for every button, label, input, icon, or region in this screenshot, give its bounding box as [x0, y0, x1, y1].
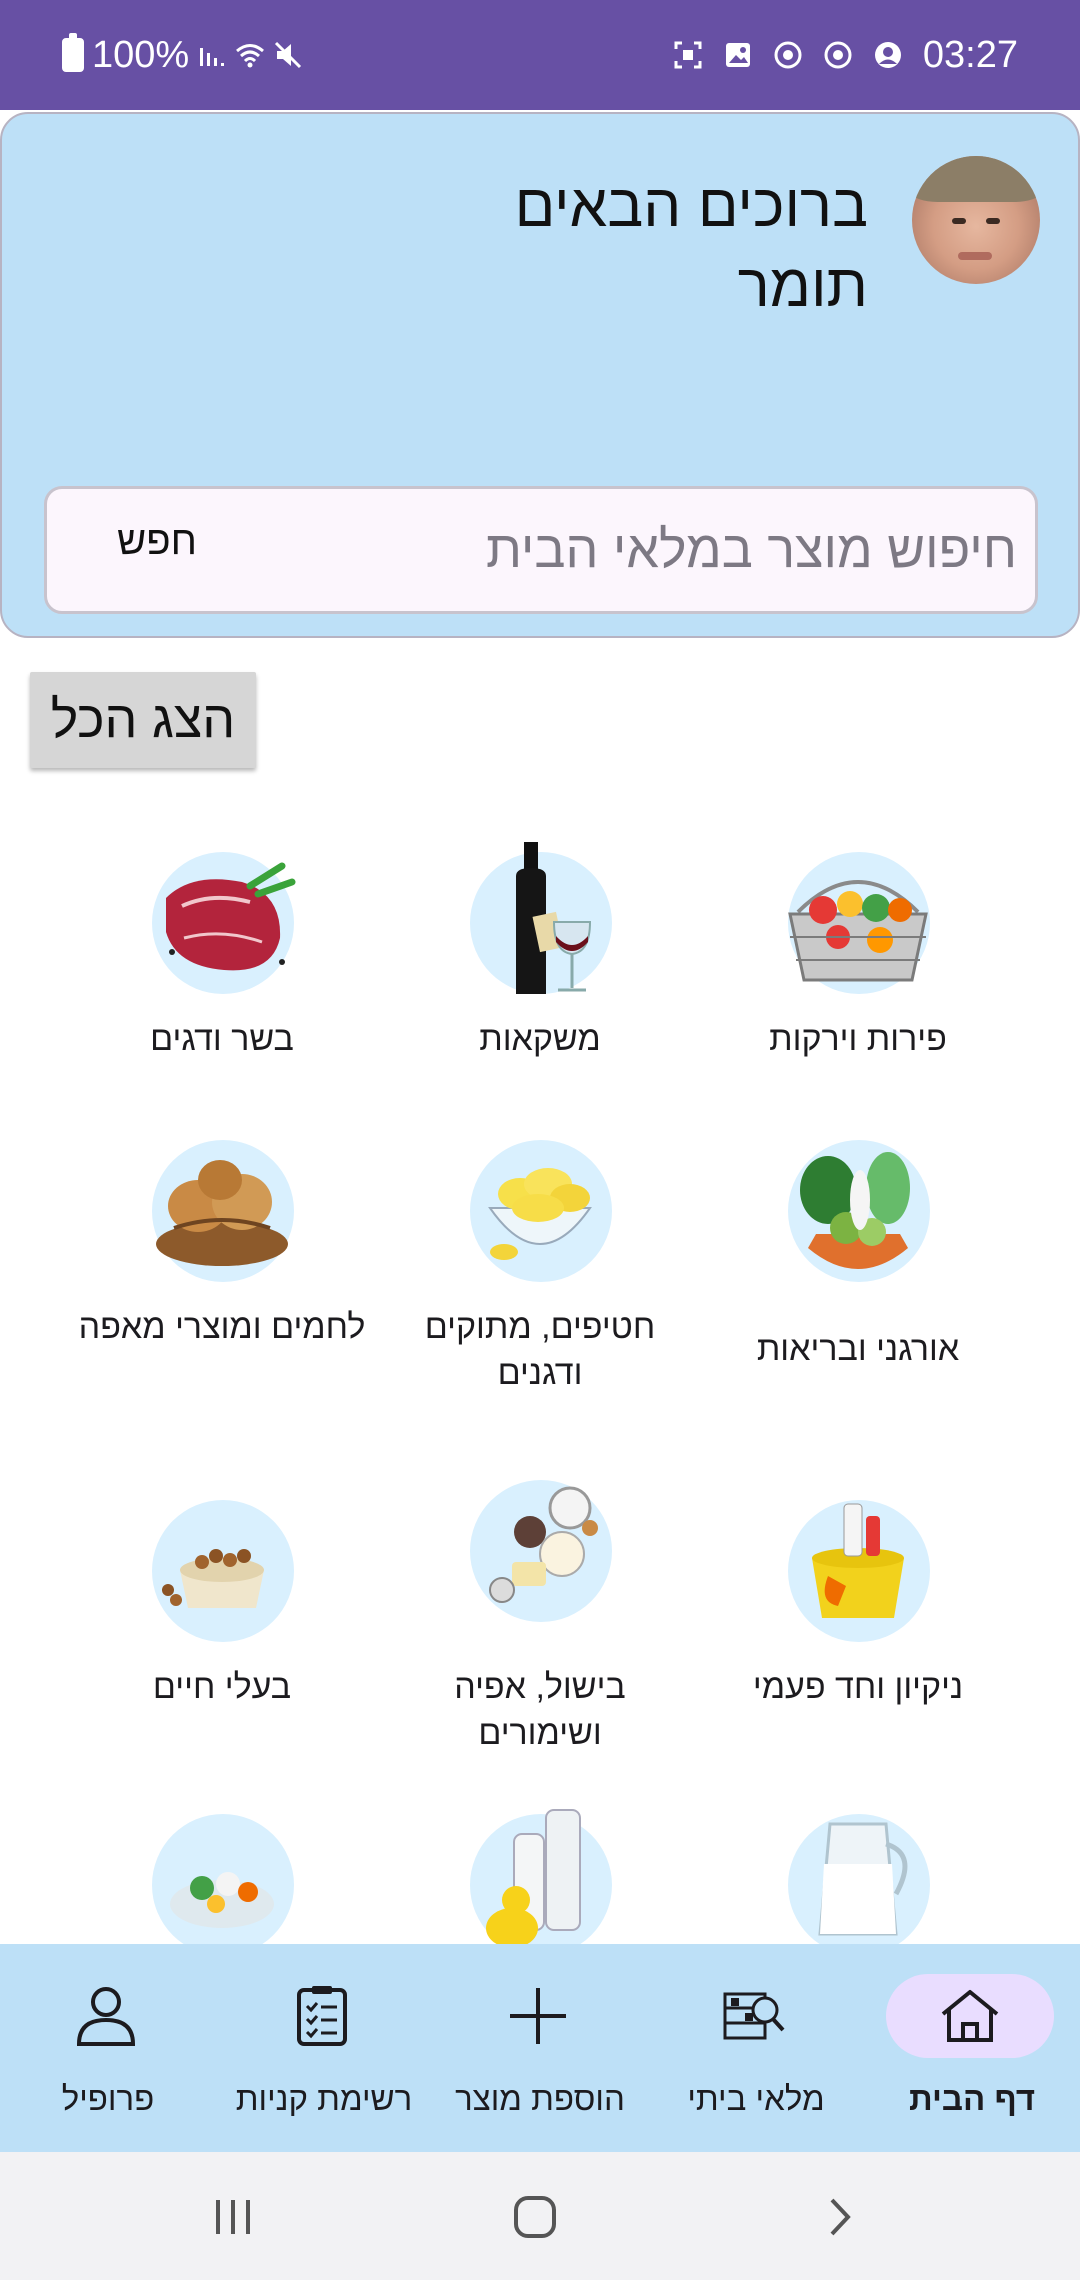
wine-bottle-icon: [516, 842, 592, 994]
screenshot-icon: [673, 40, 703, 70]
system-navigation-bar: [0, 2152, 1080, 2280]
baby-bottles-icon: [486, 1809, 581, 1948]
steak-icon: [166, 862, 296, 971]
nav-inventory[interactable]: מלאי ביתי: [648, 1944, 864, 2152]
category-label: בישול, אפיה ושימורים: [454, 1668, 626, 1752]
user-name: תומר: [737, 252, 868, 319]
bottom-navigation: דף הבית מלאי ביתי הוספת מוצר רשימת קניות: [0, 1944, 1080, 2152]
battery-percent: 100%: [92, 33, 190, 76]
plus-icon: [496, 1984, 580, 2048]
sync-icon: [823, 40, 853, 70]
cleaning-bucket-icon: [812, 1503, 904, 1618]
category-label: ניקיון וחד פעמי: [752, 1668, 964, 1706]
avatar[interactable]: [912, 156, 1040, 284]
dairy-milk-icon: [818, 1822, 908, 1936]
search-button[interactable]: חפש: [117, 519, 197, 564]
signal-icon: [197, 40, 227, 70]
organic-vegetables-icon: [800, 1152, 910, 1269]
pet-food-icon: [162, 1549, 264, 1608]
clock: 03:27: [922, 33, 1018, 76]
gallery-icon: [723, 40, 753, 70]
status-left: 100%: [62, 0, 303, 110]
bread-icon: [156, 1160, 288, 1266]
sync-icon: [773, 40, 803, 70]
category-label: פירות וירקות: [769, 1020, 947, 1058]
nav-home[interactable]: דף הבית: [864, 1944, 1080, 2152]
chips-bowl-icon: [488, 1168, 592, 1260]
wifi-icon: [235, 40, 265, 70]
category-label: בעלי חיים: [152, 1668, 292, 1706]
nav-profile[interactable]: פרופיל: [0, 1944, 216, 2152]
vegetable-basket-icon: [788, 880, 928, 982]
header-card: ברוכים הבאים תומר חפש: [0, 112, 1080, 638]
nav-label: דף הבית: [908, 2080, 1036, 2117]
account-icon: [873, 40, 903, 70]
battery-icon: [62, 33, 84, 72]
nav-label: הוספת מוצר: [455, 2080, 625, 2117]
category-label: משקאות: [479, 1020, 601, 1058]
greeting-title: ברוכים הבאים: [514, 172, 868, 239]
mute-icon: [273, 40, 303, 70]
nav-add-product[interactable]: הוספת מוצר: [432, 1944, 648, 2152]
category-label: אורגני ובריאות: [756, 1330, 960, 1368]
category-label: חטיפים, מתוקים ודגנים: [424, 1308, 656, 1392]
frozen-vegetables-icon: [170, 1872, 274, 1928]
show-all-button[interactable]: הצג הכל: [30, 672, 256, 768]
nav-label: רשימת קניות: [235, 2080, 413, 2117]
app-screen: 100% 03:27 ברוכים הבאים תומר חיפוש מוצר …: [0, 0, 1080, 2280]
recent-apps-icon[interactable]: [198, 2182, 268, 2252]
search-input[interactable]: [317, 489, 1017, 611]
category-label: לחמים ומוצרי מאפה: [78, 1308, 366, 1346]
back-chevron-icon[interactable]: [804, 2182, 874, 2252]
greeting: ברוכים הבאים תומר: [515, 166, 868, 326]
nav-label: מלאי ביתי: [687, 2080, 825, 2117]
status-right: 03:27: [673, 0, 1018, 110]
category-label: בשר ודגים: [150, 1020, 294, 1058]
search-bar: חפש: [44, 486, 1038, 614]
inventory-icon: [712, 1984, 796, 2048]
nav-label: פרופיל: [61, 2080, 155, 2117]
home-icon: [928, 1984, 1012, 2048]
status-bar: 100% 03:27: [0, 0, 1080, 110]
nav-shopping-list[interactable]: רשימת קניות: [216, 1944, 432, 2152]
person-icon: [64, 1984, 148, 2048]
clipboard-icon: [280, 1984, 364, 2048]
baking-ingredients-icon: [489, 1486, 598, 1603]
home-button-icon[interactable]: [500, 2182, 570, 2252]
